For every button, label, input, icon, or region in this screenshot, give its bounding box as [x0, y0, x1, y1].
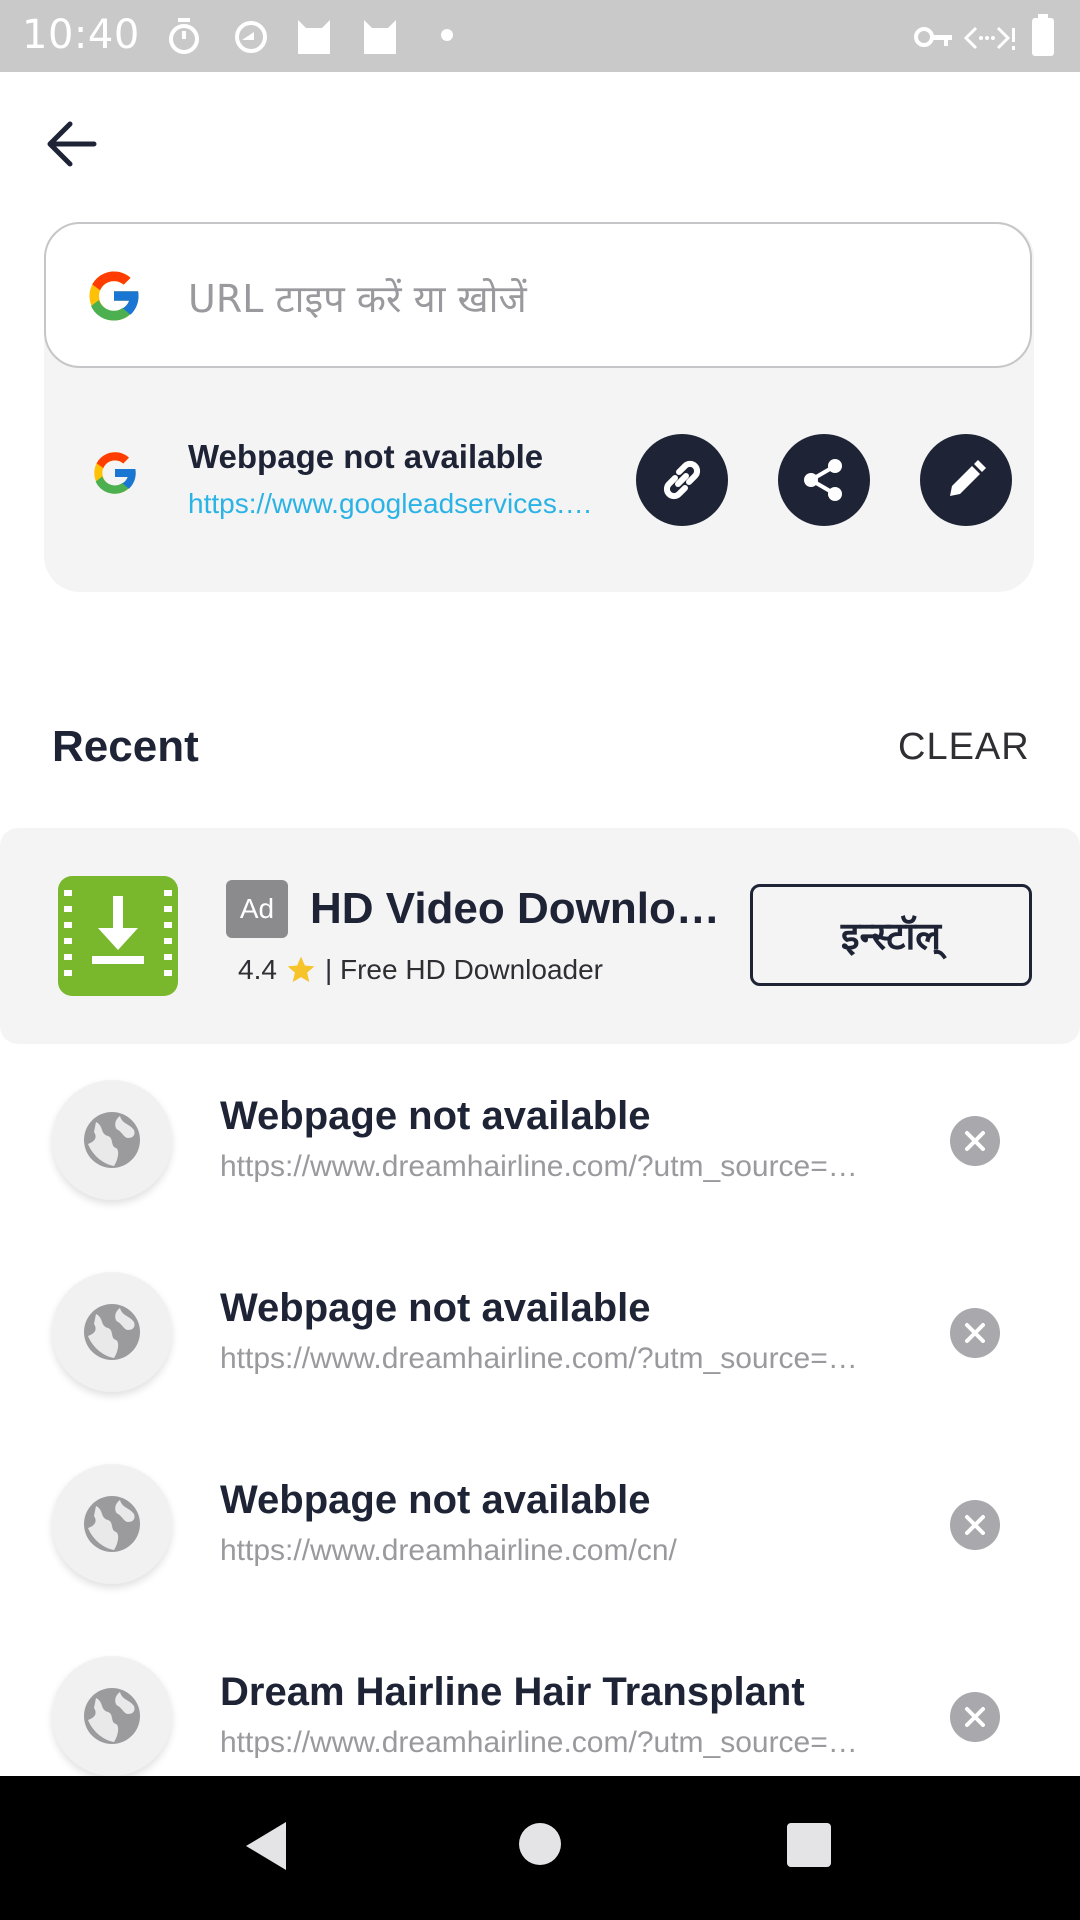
share-icon — [804, 459, 842, 501]
cat-icon — [364, 20, 396, 54]
remove-history-button[interactable] — [950, 1116, 1000, 1166]
dot-icon — [441, 29, 453, 41]
remove-history-button[interactable] — [950, 1308, 1000, 1358]
site-favicon — [52, 1464, 172, 1584]
nav-home-icon[interactable] — [518, 1822, 562, 1866]
cat-icon — [298, 20, 330, 54]
globe-icon — [84, 1688, 140, 1744]
back-button[interactable] — [40, 112, 104, 176]
recent-title: Recent — [52, 722, 199, 771]
ad-app-icon[interactable] — [58, 876, 178, 996]
history-row[interactable]: Webpage not available https://www.dreamh… — [0, 1462, 1080, 1654]
sync-icon — [235, 21, 267, 53]
star-icon — [287, 956, 315, 982]
timer-icon — [169, 18, 199, 54]
vpn-key-icon — [914, 27, 952, 47]
nav-recents-icon[interactable] — [786, 1822, 832, 1868]
remove-history-button[interactable] — [950, 1692, 1000, 1742]
ad-badge: Ad — [226, 880, 288, 938]
globe-icon — [84, 1496, 140, 1552]
ad-description: | Free HD Downloader — [324, 954, 603, 985]
download-icon — [64, 890, 172, 976]
google-icon — [89, 271, 141, 321]
globe-icon — [84, 1304, 140, 1360]
history-url: https://www.dreamhairline.com/?utm_sourc… — [220, 1150, 872, 1183]
history-row[interactable]: Webpage not available https://www.dreamh… — [0, 1270, 1080, 1462]
status-bar: 10:40 — [0, 0, 1080, 72]
history-title: Webpage not available — [220, 1286, 651, 1330]
search-placeholder: URL टाइप करें या खोजें — [188, 277, 527, 321]
share-button[interactable] — [778, 434, 870, 526]
edit-button[interactable] — [920, 434, 1012, 526]
history-url: https://www.dreamhairline.com/?utm_sourc… — [220, 1342, 872, 1375]
history-title: Dream Hairline Hair Transplant — [220, 1670, 805, 1714]
history-url: https://www.dreamhairline.com/cn/ — [220, 1534, 677, 1567]
system-nav-bar — [0, 1776, 1080, 1920]
ad-rating: 4.4 — [238, 954, 277, 985]
clipboard-url[interactable]: https://www.googleadservices.com/ — [188, 488, 600, 520]
ad-subtitle: 4.4 | Free HD Downloader — [238, 954, 603, 986]
site-favicon — [52, 1656, 172, 1776]
remove-history-button[interactable] — [950, 1500, 1000, 1550]
history-row[interactable]: Webpage not available https://www.dreamh… — [0, 1078, 1080, 1270]
nav-back-icon[interactable] — [242, 1818, 290, 1874]
history-url: https://www.dreamhairline.com/?utm_sourc… — [220, 1726, 872, 1759]
site-favicon — [52, 1272, 172, 1392]
edit-icon — [950, 460, 986, 496]
clear-button[interactable]: CLEAR — [898, 726, 1030, 769]
close-icon — [965, 1131, 985, 1151]
history-row[interactable]: Dream Hairline Hair Transplant https://w… — [0, 1654, 1080, 1776]
close-icon — [965, 1515, 985, 1535]
google-icon — [94, 452, 138, 494]
arrow-back-icon — [47, 121, 97, 167]
clipboard-title[interactable]: Webpage not available — [188, 438, 543, 476]
close-icon — [965, 1323, 985, 1343]
install-button[interactable]: इन्स्टॉल् — [750, 884, 1032, 986]
history-title: Webpage not available — [220, 1094, 651, 1138]
history-title: Webpage not available — [220, 1478, 651, 1522]
open-link-button[interactable] — [636, 434, 728, 526]
status-time: 10:40 — [22, 12, 140, 58]
data-arrows-icon — [964, 26, 1015, 50]
ad-title[interactable]: HD Video Downloader — [310, 884, 720, 934]
close-icon — [965, 1707, 985, 1727]
site-favicon — [52, 1080, 172, 1200]
link-icon — [663, 460, 701, 500]
globe-icon — [84, 1112, 140, 1168]
battery-icon — [1032, 14, 1054, 56]
